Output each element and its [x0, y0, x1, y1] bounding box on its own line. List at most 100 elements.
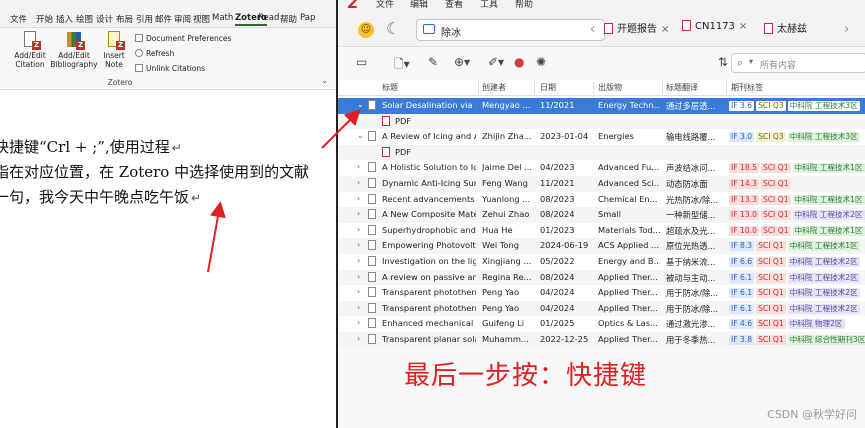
column-date[interactable]: 日期: [540, 82, 556, 93]
reader-tab-2[interactable]: CN1173 ×: [682, 20, 758, 42]
tabs-scroll-right-icon[interactable]: ›: [844, 22, 849, 37]
table-row[interactable]: › Enhanced mechanical d Guifeng Li 01/2025 O…: [338, 316, 865, 332]
table-row[interactable]: › Empowering Photovolta Wei Tong 2024-06-19…: [338, 238, 865, 254]
table-row[interactable]: › Superhydrophobic and Hua He 01/2023 Materi…: [338, 223, 865, 239]
column-creator[interactable]: 创建者: [482, 82, 506, 93]
menu-view[interactable]: 查看: [445, 0, 463, 10]
chevron-down-icon[interactable]: ⌄: [357, 100, 364, 109]
tab-paper[interactable]: Pap: [300, 13, 315, 23]
table-row[interactable]: › A review on passive and Regina Re... 08/2…: [338, 269, 865, 286]
table-row[interactable]: › Dynamic Anti-Icing Surf Feng Wang 11/2021…: [338, 176, 865, 192]
unlink-citations-button[interactable]: Unlink Citations: [135, 64, 205, 73]
reader-tab-1[interactable]: 开题报告 ×: [604, 20, 680, 42]
chevron-down-icon[interactable]: ⌄: [357, 131, 364, 140]
library-tab[interactable]: 除冰: [416, 19, 605, 41]
tab-math[interactable]: Math: [212, 13, 233, 23]
tab-design[interactable]: 设计: [96, 13, 113, 25]
document-preferences-button[interactable]: Document Preferences: [135, 34, 231, 43]
attachment-row[interactable]: PDF: [338, 113, 865, 130]
column-journal-tags[interactable]: 期刊标签: [731, 82, 763, 93]
menu-file[interactable]: 文件: [376, 0, 394, 10]
table-row[interactable]: › Investigation on the ligl Xingjiang ... 0…: [338, 254, 865, 270]
insert-note-button[interactable]: Z Insert Note: [100, 31, 128, 69]
emoji-face-icon[interactable]: ☺: [358, 22, 374, 38]
tab-file[interactable]: 文件: [10, 13, 27, 25]
new-item-icon[interactable]: 🗋▾: [394, 55, 410, 76]
table-row[interactable]: ⌄ Solar Desalination via M Mengyao ... 11/2…: [338, 98, 865, 114]
chevron-right-icon[interactable]: ›: [357, 303, 360, 312]
collapse-ribbon-icon[interactable]: ⌄: [321, 76, 328, 85]
menu-help[interactable]: 帮助: [515, 0, 533, 10]
column-publication[interactable]: 出版物: [598, 82, 622, 93]
chevron-right-icon[interactable]: ›: [357, 209, 360, 218]
table-row[interactable]: › Transparent planar sola Muhamm... 2022-12…: [338, 332, 865, 348]
reader-tab-3[interactable]: 太赫兹: [764, 20, 840, 42]
chevron-right-icon[interactable]: ›: [357, 178, 360, 187]
cell-date: 2024-06-19: [540, 240, 589, 251]
search-icon: ⌕: [737, 56, 744, 69]
journal-tag: 中科院 工程技术1区: [792, 225, 865, 236]
sync-icon[interactable]: ⇅: [718, 55, 728, 69]
journal-tag: 中科院 工程技术2区: [787, 272, 860, 283]
document-icon: [368, 100, 376, 110]
document-body[interactable]: 快捷键“Crl + ;”,使用过程 ↵ 指在对应位置，在 Zotero 中选择使用…: [0, 90, 336, 428]
chevron-right-icon[interactable]: ›: [357, 287, 360, 296]
tab-view[interactable]: 视图: [193, 13, 210, 25]
chevron-right-icon[interactable]: ›: [357, 194, 360, 203]
refresh-button[interactable]: Refresh: [135, 49, 174, 58]
menu-tools[interactable]: 工具: [480, 0, 498, 10]
cell-translation: 用于防冰/除...: [666, 288, 719, 299]
tab-read[interactable]: Read: [258, 13, 279, 23]
moon-icon[interactable]: ☾: [386, 19, 400, 38]
tabs-scroll-left-icon[interactable]: ‹: [590, 22, 595, 37]
chevron-right-icon[interactable]: ›: [357, 256, 360, 265]
chevron-right-icon[interactable]: ›: [357, 318, 360, 327]
word-window: 文件 开始 插入 绘图 设计 布局 引用 邮件 审阅 视图 Math Zoter…: [0, 0, 336, 428]
attachment-row[interactable]: PDF: [338, 144, 865, 161]
tab-mailings[interactable]: 邮件: [155, 13, 172, 25]
table-row[interactable]: › A Holistic Solution to Ic Jaime Del ... 0…: [338, 160, 865, 176]
tab-review[interactable]: 审阅: [174, 13, 191, 25]
tab-home[interactable]: 开始: [36, 13, 53, 25]
tag-pink-icon[interactable]: ●: [514, 55, 524, 69]
tab-insert[interactable]: 插入: [56, 13, 73, 25]
add-edit-bibliography-button[interactable]: Z Add/Edit Bibliography: [50, 31, 98, 69]
add-edit-citation-button[interactable]: Z Add/Edit Citation: [8, 31, 52, 69]
menu-edit[interactable]: 编辑: [410, 0, 428, 10]
journal-tag: IF 3.8: [729, 335, 755, 345]
chevron-right-icon[interactable]: ›: [357, 240, 360, 249]
table-row[interactable]: › Transparent photothern Peng Yao 04/2024 Ap…: [338, 300, 865, 317]
magic-wand-icon[interactable]: ✎: [428, 55, 438, 69]
close-icon[interactable]: ×: [661, 24, 669, 35]
cell-date: 01/2023: [540, 224, 575, 235]
table-row[interactable]: › Transparent photothern Peng Yao 04/2024 Ap…: [338, 285, 865, 301]
ai-icon[interactable]: ✺: [536, 55, 546, 69]
journal-tag: SCI Q1: [756, 241, 786, 252]
cell-title: Solar Desalination via M: [382, 100, 476, 110]
column-title[interactable]: 标题: [382, 82, 398, 93]
tab-references[interactable]: 引用: [136, 13, 153, 25]
search-mode-dropdown-icon[interactable]: ▾: [749, 57, 753, 66]
add-edit-citation-label: Add/Edit Citation: [14, 51, 46, 69]
add-attachment-icon[interactable]: ⊕▾: [454, 55, 470, 69]
journal-tag: SCI Q1: [760, 194, 791, 205]
toggle-pane-icon[interactable]: ▭: [356, 55, 367, 69]
column-translation[interactable]: 标题翻译: [666, 82, 698, 93]
chevron-right-icon[interactable]: ›: [357, 334, 360, 343]
chevron-right-icon[interactable]: ›: [357, 225, 360, 234]
new-note-icon[interactable]: ✐▾: [488, 55, 504, 69]
table-row[interactable]: › A New Composite Mate Zehui Zhao 08/2024 Sm…: [338, 207, 865, 223]
chevron-right-icon[interactable]: ›: [357, 162, 360, 171]
cell-creator: Guifeng Li: [482, 318, 525, 329]
document-icon: [368, 287, 376, 298]
search-box[interactable]: ⌕ ▾ 所有内容: [731, 53, 865, 73]
close-icon[interactable]: ×: [739, 21, 747, 32]
tab-layout[interactable]: 布局: [116, 13, 133, 25]
tab-draw[interactable]: 绘图: [76, 13, 93, 25]
tab-help[interactable]: 帮助: [280, 13, 297, 25]
chevron-right-icon[interactable]: ›: [357, 272, 360, 281]
cell-creator: Wei Tong: [482, 240, 520, 251]
table-row[interactable]: ⌄ A Review of Icing and A Zhijin Zha... 202…: [338, 129, 865, 145]
journal-tag: SCI Q1: [756, 335, 786, 345]
table-row[interactable]: › Recent advancements in Yuanlong ... 08/20…: [338, 192, 865, 208]
